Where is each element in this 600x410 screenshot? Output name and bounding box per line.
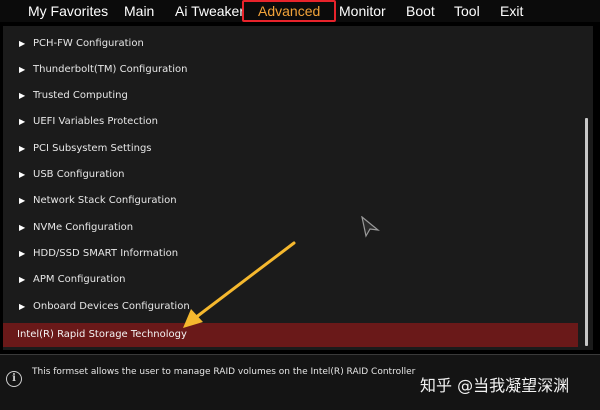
menu-item-label: Thunderbolt(TM) Configuration (33, 64, 188, 75)
mouse-cursor-icon (361, 216, 380, 238)
caret-right-icon: ▶ (19, 223, 26, 232)
scrollbar-thumb[interactable] (585, 118, 588, 346)
caret-right-icon: ▶ (19, 117, 26, 126)
menu-item-label: PCH-FW Configuration (33, 38, 144, 49)
tab-monitor[interactable]: Monitor (339, 2, 386, 20)
menu-item-pci-subsystem[interactable]: ▶ PCI Subsystem Settings (3, 137, 578, 161)
menu-item-label: HDD/SSD SMART Information (33, 248, 179, 259)
caret-right-icon: ▶ (19, 39, 26, 48)
menu-item-network-stack[interactable]: ▶ Network Stack Configuration (3, 189, 578, 213)
menu-item-label: USB Configuration (33, 169, 125, 180)
menu-item-label: NVMe Configuration (33, 222, 134, 233)
tab-tool[interactable]: Tool (454, 2, 480, 20)
menu-item-label: PCI Subsystem Settings (33, 143, 152, 154)
menu-item-smart-info[interactable]: ▶ HDD/SSD SMART Information (3, 242, 578, 266)
menu-item-uefi-variables[interactable]: ▶ UEFI Variables Protection (3, 110, 578, 134)
menu-item-nvme[interactable]: ▶ NVMe Configuration (3, 216, 578, 240)
menu-item-trusted-computing[interactable]: ▶ Trusted Computing (3, 84, 578, 108)
menu-item-label: UEFI Variables Protection (33, 116, 158, 127)
menu-item-usb[interactable]: ▶ USB Configuration (3, 163, 578, 187)
tab-ai-tweaker[interactable]: Ai Tweaker (175, 2, 244, 20)
info-icon: i (6, 371, 22, 387)
menu-item-label: Trusted Computing (33, 90, 128, 101)
menu-item-thunderbolt[interactable]: ▶ Thunderbolt(TM) Configuration (3, 58, 578, 82)
caret-right-icon: ▶ (19, 91, 26, 100)
tab-advanced[interactable]: Advanced (242, 0, 337, 22)
menu-item-apm[interactable]: ▶ APM Configuration (3, 268, 578, 292)
tab-boot[interactable]: Boot (406, 2, 435, 20)
menu-item-rapid-storage[interactable]: Intel(R) Rapid Storage Technology (3, 323, 578, 347)
tab-my-favorites[interactable]: My Favorites (28, 2, 108, 20)
caret-right-icon: ▶ (19, 65, 26, 74)
menu-item-pch-fw[interactable]: ▶ PCH-FW Configuration (3, 32, 578, 56)
caret-right-icon: ▶ (19, 249, 26, 258)
menu-item-label: APM Configuration (33, 274, 126, 285)
caret-right-icon: ▶ (19, 275, 26, 284)
caret-right-icon: ▶ (19, 144, 26, 153)
settings-list: ▶ PCH-FW Configuration ▶ Thunderbolt(TM)… (3, 26, 593, 350)
tab-main[interactable]: Main (124, 2, 154, 20)
help-text: This formset allows the user to manage R… (32, 367, 416, 377)
caret-right-icon: ▶ (19, 302, 26, 311)
menu-item-label: Intel(R) Rapid Storage Technology (17, 329, 187, 340)
menu-item-label: Network Stack Configuration (33, 195, 177, 206)
top-menu-bar: My Favorites Main Ai Tweaker Advanced Mo… (0, 0, 600, 22)
menu-item-onboard-devices[interactable]: ▶ Onboard Devices Configuration (3, 295, 578, 319)
tab-exit[interactable]: Exit (500, 2, 523, 20)
caret-right-icon: ▶ (19, 170, 26, 179)
caret-right-icon: ▶ (19, 196, 26, 205)
menu-item-label: Onboard Devices Configuration (33, 301, 190, 312)
watermark: 知乎 @当我凝望深渊 (420, 376, 570, 395)
